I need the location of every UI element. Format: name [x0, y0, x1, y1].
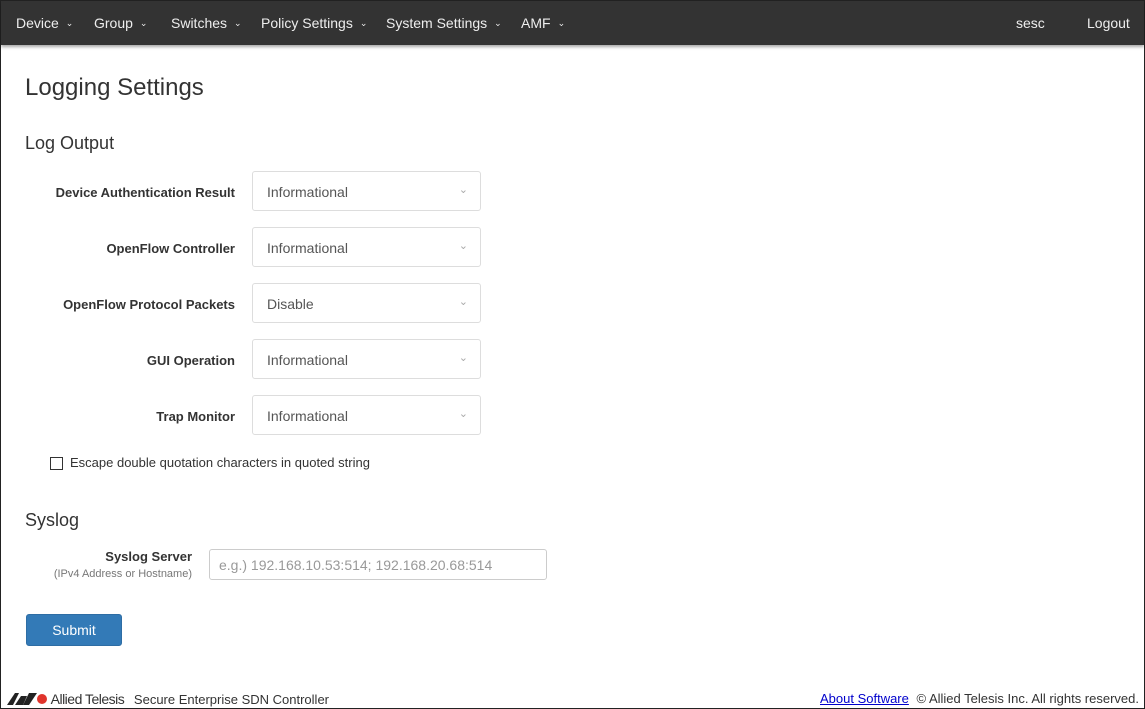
allied-telesis-logo: [7, 693, 47, 708]
chevron-down-icon: ⌄: [234, 18, 242, 28]
escape-quotes-checkbox[interactable]: [50, 457, 63, 470]
logout-link[interactable]: Logout: [1087, 15, 1130, 31]
syslog-server-input[interactable]: [209, 549, 547, 580]
chevron-down-icon: ⌄: [458, 240, 468, 252]
select-value: Informational: [267, 184, 348, 200]
nav-label: Device: [16, 15, 59, 31]
chevron-down-icon: ⌄: [359, 18, 368, 28]
nav-label: Switches: [171, 15, 228, 31]
openflow-packets-label: OpenFlow Protocol Packets: [63, 297, 235, 312]
user-name[interactable]: sesc: [1016, 15, 1045, 31]
nav-amf[interactable]: AMF ⌄: [521, 15, 565, 31]
escape-quotes-label[interactable]: Escape double quotation characters in qu…: [70, 455, 370, 470]
nav-device[interactable]: Device ⌄: [16, 15, 73, 31]
device-auth-select[interactable]: Informational ⌄: [252, 171, 481, 211]
openflow-controller-select[interactable]: Informational ⌄: [252, 227, 481, 267]
nav-system-settings[interactable]: System Settings ⌄: [386, 15, 502, 31]
chevron-down-icon: ⌄: [458, 408, 468, 420]
device-auth-label: Device Authentication Result: [55, 185, 235, 200]
syslog-server-sublabel: (IPv4 Address or Hostname): [53, 568, 192, 580]
select-value: Informational: [267, 408, 348, 424]
footer-brand: Allied Telesis Secure Enterprise SDN Con…: [7, 691, 329, 708]
trap-monitor-select[interactable]: Informational ⌄: [252, 395, 481, 435]
submit-button[interactable]: Submit: [26, 614, 122, 646]
nav-policy-settings[interactable]: Policy Settings ⌄: [261, 15, 367, 31]
about-software-link[interactable]: About Software: [820, 691, 909, 706]
footer-right: About Software © Allied Telesis Inc. All…: [820, 691, 1139, 706]
select-value: Disable: [267, 296, 314, 312]
gui-operation-select[interactable]: Informational ⌄: [252, 339, 481, 379]
chevron-down-icon: ⌄: [458, 184, 468, 196]
gui-operation-label: GUI Operation: [146, 353, 235, 368]
syslog-server-label: Syslog Server: [105, 549, 192, 564]
nav-label: Policy Settings: [261, 15, 353, 31]
top-navbar: Device ⌄ Group ⌄ Switches ⌄ Policy Settings…: [1, 1, 1144, 45]
openflow-packets-select[interactable]: Disable ⌄: [252, 283, 481, 323]
select-value: Informational: [267, 240, 348, 256]
chevron-down-icon: ⌄: [65, 18, 74, 28]
chevron-down-icon: ⌄: [458, 352, 468, 364]
trap-monitor-label: Trap Monitor: [156, 409, 235, 424]
openflow-controller-label: OpenFlow Controller: [106, 241, 235, 256]
chevron-down-icon: ⌄: [557, 18, 566, 28]
chevron-down-icon: ⌄: [458, 296, 468, 308]
nav-label: AMF: [521, 15, 551, 31]
chevron-down-icon: ⌄: [139, 18, 148, 28]
chevron-down-icon: ⌄: [494, 18, 502, 28]
select-value: Informational: [267, 352, 348, 368]
syslog-heading: Syslog: [25, 510, 80, 530]
nav-group[interactable]: Group ⌄: [94, 15, 147, 31]
log-output-heading: Log Output: [25, 133, 115, 153]
product-name: Secure Enterprise SDN Controller: [133, 692, 329, 707]
page-title: Logging Settings: [25, 74, 204, 101]
nav-label: System Settings: [386, 15, 488, 31]
brand-name: Allied Telesis: [50, 691, 125, 707]
nav-label: Group: [94, 15, 133, 31]
copyright: © Allied Telesis Inc. All rights reserve…: [916, 691, 1140, 706]
nav-switches[interactable]: Switches ⌄: [171, 15, 242, 31]
